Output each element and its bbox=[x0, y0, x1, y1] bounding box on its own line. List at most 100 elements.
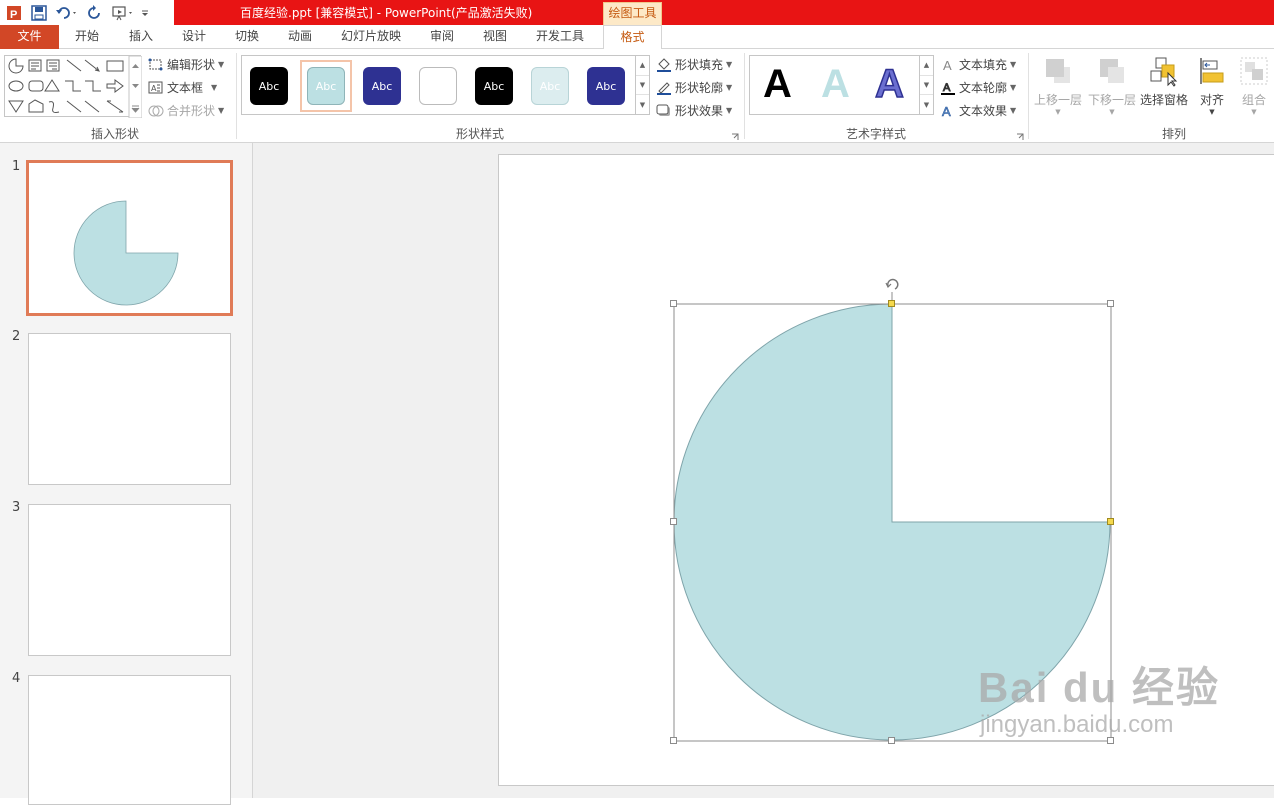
baidu-logo: Bai du 经验 bbox=[978, 664, 1221, 711]
shape-styles-gallery[interactable]: Abc Abc Abc Abc Abc Abc Abc ▲ ▼ ▼ bbox=[241, 55, 650, 115]
slide-thumbnail-2[interactable] bbox=[28, 333, 231, 485]
tab-review[interactable]: 审阅 bbox=[430, 25, 454, 49]
selection-pane-label: 选择窗格 bbox=[1139, 93, 1188, 107]
quick-access-toolbar: P bbox=[0, 0, 150, 25]
shape-style-navy-2[interactable]: Abc bbox=[587, 67, 625, 105]
shape-style-black-2[interactable]: Abc bbox=[475, 67, 513, 105]
chevron-down-icon: ▼ bbox=[218, 60, 225, 69]
bring-forward-label: 上移一层 bbox=[1033, 93, 1082, 107]
wordart-group-label: 艺术字样式 bbox=[845, 127, 906, 141]
shape-effects-button[interactable]: 形状效果 ▼ bbox=[656, 102, 732, 119]
shape-style-navy[interactable]: Abc bbox=[363, 67, 401, 105]
svg-text:A: A bbox=[943, 58, 952, 72]
resize-handle-sw[interactable] bbox=[670, 737, 677, 744]
slide-number: 1 bbox=[12, 159, 21, 174]
svg-text:A: A bbox=[943, 82, 951, 94]
shape-style-pale-blue[interactable]: Abc bbox=[531, 67, 569, 105]
group-label: 组合 bbox=[1241, 93, 1266, 107]
bring-forward-icon bbox=[1042, 55, 1074, 87]
align-button[interactable]: 对齐 ▼ bbox=[1193, 55, 1231, 116]
gallery-more-icon[interactable]: ▼ bbox=[920, 95, 933, 114]
shapes-gallery[interactable] bbox=[4, 55, 143, 119]
slide-thumbnail-3[interactable] bbox=[28, 504, 231, 656]
chevron-down-icon: ▼ bbox=[1010, 60, 1017, 69]
text-box-button[interactable]: A 文本框 ▼ bbox=[148, 79, 217, 96]
shape-outline-label: 形状轮廓 bbox=[675, 81, 724, 95]
wordart-style-navy-outline[interactable]: A bbox=[874, 61, 904, 107]
align-icon bbox=[1196, 55, 1228, 87]
resize-handle-s[interactable] bbox=[888, 737, 895, 744]
slide-thumbnail-4[interactable] bbox=[28, 675, 231, 805]
selection-pane-button[interactable]: 选择窗格 bbox=[1139, 55, 1189, 108]
send-backward-icon bbox=[1096, 55, 1128, 87]
group-divider bbox=[744, 53, 745, 139]
customize-qat-icon[interactable] bbox=[140, 2, 150, 24]
undo-icon[interactable] bbox=[53, 2, 81, 24]
text-fill-label: 文本填充 bbox=[959, 58, 1008, 72]
start-slideshow-icon[interactable] bbox=[109, 2, 137, 24]
chevron-down-icon: ▼ bbox=[1010, 83, 1017, 92]
tab-slideshow[interactable]: 幻灯片放映 bbox=[341, 25, 401, 49]
slide-thumbnails-pane: 1 2 3 4 bbox=[0, 143, 253, 805]
selection-pane-icon bbox=[1148, 55, 1180, 87]
align-label: 对齐 bbox=[1199, 93, 1224, 107]
resize-handle-ne[interactable] bbox=[1107, 300, 1114, 307]
baidu-url: jingyan.baidu.com bbox=[980, 711, 1174, 738]
tab-insert[interactable]: 插入 bbox=[129, 25, 153, 49]
redo-icon[interactable] bbox=[84, 2, 106, 24]
shape-effects-label: 形状效果 bbox=[675, 104, 724, 118]
adjust-handle-end-angle[interactable] bbox=[1107, 518, 1114, 525]
text-box-label: 文本框 bbox=[167, 81, 204, 95]
shape-style-black[interactable]: Abc bbox=[250, 67, 288, 105]
shape-style-light-blue[interactable]: Abc bbox=[307, 67, 345, 105]
group-icon bbox=[1238, 55, 1270, 87]
text-outline-button[interactable]: A 文本轮廓 ▼ bbox=[940, 79, 1016, 96]
shape-outline-button[interactable]: 形状轮廓 ▼ bbox=[656, 79, 732, 96]
tab-file[interactable]: 文件 bbox=[0, 25, 59, 49]
scroll-up-icon[interactable]: ▲ bbox=[636, 56, 649, 76]
send-backward-label: 下移一层 bbox=[1087, 93, 1136, 107]
slide-thumbnail-1[interactable] bbox=[26, 160, 233, 316]
shape-fill-button[interactable]: 形状填充 ▼ bbox=[656, 56, 732, 73]
gallery-scroll[interactable]: ▲ ▼ ▼ bbox=[635, 56, 649, 114]
chevron-down-icon: ▼ bbox=[1109, 108, 1115, 116]
adjust-handle-start-angle[interactable] bbox=[888, 300, 895, 307]
resize-handle-nw[interactable] bbox=[670, 300, 677, 307]
tab-developer[interactable]: 开发工具 bbox=[536, 25, 584, 49]
wordart-style-light-blue[interactable]: A bbox=[821, 62, 850, 107]
scroll-down-icon[interactable]: ▼ bbox=[920, 76, 933, 96]
shape-style-white[interactable]: Abc bbox=[419, 67, 457, 105]
scroll-up-icon[interactable]: ▲ bbox=[920, 56, 933, 76]
gallery-more-icon[interactable]: ▼ bbox=[636, 95, 649, 114]
insert-shapes-group-label: 插入形状 bbox=[90, 127, 139, 141]
text-effects-button[interactable]: A 文本效果 ▼ bbox=[940, 102, 1016, 119]
pencil-icon bbox=[656, 81, 672, 95]
save-icon[interactable] bbox=[28, 2, 50, 24]
chevron-down-icon: ▼ bbox=[726, 60, 733, 69]
tab-format[interactable]: 格式 bbox=[603, 25, 662, 50]
wordart-launcher-icon[interactable] bbox=[1016, 130, 1024, 140]
tab-home[interactable]: 开始 bbox=[75, 25, 99, 49]
edit-shape-label: 编辑形状 bbox=[167, 58, 216, 72]
merge-shapes-button[interactable]: 合并形状 ▼ bbox=[148, 102, 224, 119]
baidu-watermark: Bai du 经验 jingyan.baidu.com bbox=[978, 665, 1220, 739]
wordart-styles-gallery[interactable]: A A A ▲ ▼ ▼ bbox=[749, 55, 934, 115]
group-button[interactable]: 组合 ▼ bbox=[1236, 55, 1272, 116]
text-fill-button[interactable]: A 文本填充 ▼ bbox=[940, 56, 1016, 73]
tab-view[interactable]: 视图 bbox=[483, 25, 507, 49]
slide-number: 2 bbox=[12, 329, 21, 344]
wordart-gallery-scroll[interactable]: ▲ ▼ ▼ bbox=[919, 56, 933, 114]
tab-animations[interactable]: 动画 bbox=[288, 25, 312, 49]
tab-transitions[interactable]: 切换 bbox=[235, 25, 259, 49]
edit-shape-button[interactable]: 编辑形状 ▼ bbox=[148, 56, 224, 73]
bring-forward-button[interactable]: 上移一层 ▼ bbox=[1033, 55, 1083, 116]
shape-effects-icon bbox=[656, 104, 672, 118]
powerpoint-logo-icon: P bbox=[3, 2, 25, 24]
resize-handle-w[interactable] bbox=[670, 518, 677, 525]
tab-design[interactable]: 设计 bbox=[182, 25, 206, 49]
wordart-style-black[interactable]: A bbox=[763, 62, 792, 107]
thumbnail-pie-shape bbox=[73, 200, 179, 306]
send-backward-button[interactable]: 下移一层 ▼ bbox=[1087, 55, 1137, 116]
shape-styles-launcher-icon[interactable] bbox=[731, 130, 739, 140]
scroll-down-icon[interactable]: ▼ bbox=[636, 76, 649, 96]
